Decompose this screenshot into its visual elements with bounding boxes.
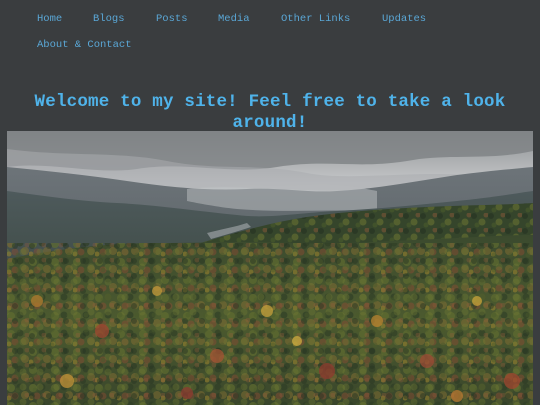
nav-link-posts[interactable]: Posts bbox=[156, 12, 188, 26]
hero-landscape-image bbox=[7, 131, 533, 405]
page-title: Welcome to my site! Feel free to take a … bbox=[34, 91, 506, 133]
nav-link-updates[interactable]: Updates bbox=[382, 12, 426, 26]
nav-link-home[interactable]: Home bbox=[37, 12, 62, 26]
nav-link-about-contact[interactable]: About & Contact bbox=[37, 38, 132, 52]
main-nav: Home Blogs Posts Media Other Links Updat… bbox=[0, 0, 540, 60]
nav-link-other-links[interactable]: Other Links bbox=[281, 12, 350, 26]
nav-link-blogs[interactable]: Blogs bbox=[93, 12, 125, 26]
nav-link-media[interactable]: Media bbox=[218, 12, 250, 26]
